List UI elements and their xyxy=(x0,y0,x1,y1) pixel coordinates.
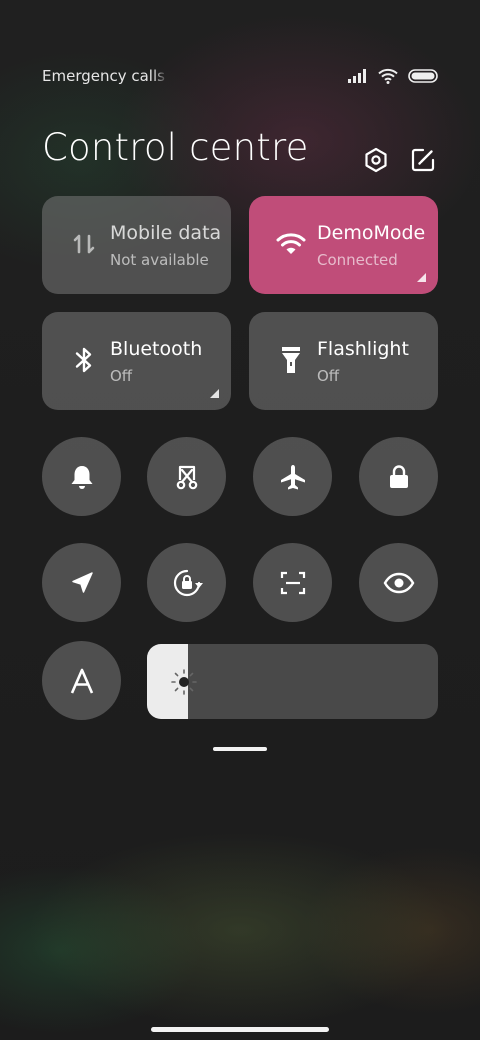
reading-mode-icon xyxy=(383,571,415,595)
drag-handle[interactable] xyxy=(213,747,267,751)
tile-status: Off xyxy=(317,367,340,385)
tile-status: Not available xyxy=(110,251,209,269)
lock-icon xyxy=(384,462,414,492)
font-icon xyxy=(68,667,96,695)
status-bar: Emergency calls only xyxy=(42,66,438,88)
toggle-location[interactable] xyxy=(42,543,121,622)
toggle-airplane[interactable] xyxy=(253,437,332,516)
toggle-reading-mode[interactable] xyxy=(359,543,438,622)
rotation-lock-icon xyxy=(171,567,203,599)
expand-corner-icon[interactable] xyxy=(417,273,426,282)
signal-icon xyxy=(348,69,368,83)
settings-icon[interactable] xyxy=(362,146,390,174)
status-carrier-text: Emergency calls only xyxy=(42,67,168,85)
tile-wifi[interactable]: DemoMode Connected xyxy=(249,196,438,294)
screenshot-icon xyxy=(172,462,202,492)
tile-label: Bluetooth xyxy=(110,338,203,360)
scan-icon xyxy=(278,568,308,598)
edit-icon[interactable] xyxy=(409,146,437,174)
tile-status: Connected xyxy=(317,251,398,269)
brightness-slider[interactable] xyxy=(147,644,438,719)
airplane-icon xyxy=(278,462,308,492)
toggle-screenshot[interactable] xyxy=(147,437,226,516)
expand-corner-icon[interactable] xyxy=(210,389,219,398)
tile-label: Flashlight xyxy=(317,338,409,360)
status-icons xyxy=(348,66,438,86)
tile-bluetooth[interactable]: Bluetooth Off xyxy=(42,312,231,410)
toggle-rotation-lock[interactable] xyxy=(147,543,226,622)
battery-icon xyxy=(408,69,438,83)
toggle-lock-screen[interactable] xyxy=(359,437,438,516)
tile-status: Off xyxy=(110,367,133,385)
bell-icon xyxy=(67,462,97,492)
gesture-bar[interactable] xyxy=(151,1027,329,1032)
wifi-icon xyxy=(273,226,309,262)
flashlight-icon xyxy=(273,342,309,378)
tile-label: DemoMode xyxy=(317,222,426,244)
toggle-ringer[interactable] xyxy=(42,437,121,516)
brightness-icon xyxy=(169,667,199,697)
toggle-font[interactable] xyxy=(42,641,121,720)
wifi-icon xyxy=(378,68,398,84)
tile-mobile-data[interactable]: Mobile data Not available xyxy=(42,196,231,294)
bluetooth-icon xyxy=(66,342,102,378)
toggle-scanner[interactable] xyxy=(253,543,332,622)
page-title: Control centre xyxy=(42,126,309,169)
tile-label: Mobile data xyxy=(110,222,222,244)
mobile-data-icon xyxy=(66,226,102,262)
tile-flashlight[interactable]: Flashlight Off xyxy=(249,312,438,410)
location-icon xyxy=(67,568,97,598)
